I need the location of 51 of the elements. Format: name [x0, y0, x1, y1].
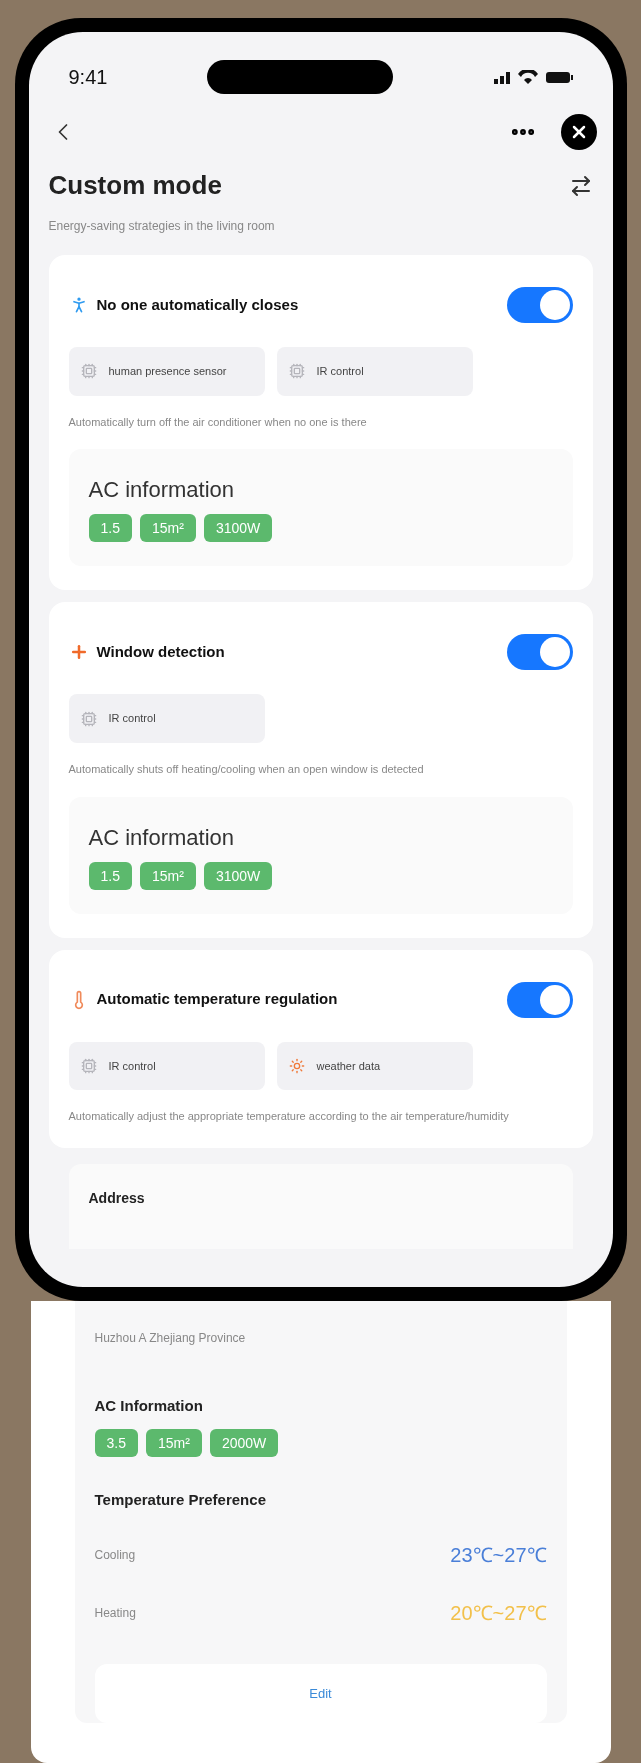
spec-tag: 1.5: [88, 514, 132, 543]
device-icon: [288, 363, 305, 380]
battery-icon: [545, 71, 573, 83]
strategy-description: Automatically turn off the air conditioner when no one is there: [68, 415, 368, 430]
spec-tag: 15m²: [145, 1429, 202, 1457]
address-value: Huzhou A Zhejiang Province: [94, 1329, 247, 1347]
edit-button[interactable]: Edit: [94, 1663, 547, 1723]
status-time: 9:41: [68, 65, 108, 90]
spec-tag: 3100W: [203, 514, 273, 543]
sun-icon: [288, 1057, 305, 1074]
ac-info-title: AC information: [88, 476, 235, 505]
spec-tag: 3100W: [203, 861, 273, 890]
address-label: Address: [88, 1188, 146, 1208]
spec-tag: 3.5: [94, 1429, 138, 1457]
spec-tag: 2000W: [209, 1429, 279, 1457]
device-chip[interactable]: IR control: [276, 347, 473, 396]
chip-label: IR control: [108, 1058, 156, 1074]
ac-info-title: AC Information: [94, 1395, 204, 1416]
wifi-icon: [517, 69, 538, 85]
preference-label: Cooling: [94, 1546, 136, 1564]
preference-label: Heating: [94, 1604, 136, 1622]
device-chip[interactable]: weather data: [276, 1041, 473, 1090]
temperature-range: 23℃~27℃: [450, 1542, 547, 1568]
device-icon: [80, 710, 97, 727]
spec-tag: 15m²: [139, 861, 196, 890]
device-icon: [80, 363, 97, 380]
chip-label: IR control: [108, 711, 156, 727]
chip-label: human presence sensor: [108, 364, 227, 379]
close-icon[interactable]: [560, 114, 597, 150]
temperature-range: 20℃~27℃: [450, 1600, 547, 1626]
chip-label: IR control: [316, 364, 364, 379]
chip-label: weather data: [316, 1058, 381, 1074]
strategy-description: Automatically adjust the appropriate temperature according to the air temperature/humidity: [68, 1110, 510, 1124]
spec-tag: 1.5: [88, 861, 132, 890]
page-subtitle: Energy-saving strategies in the living room: [47, 218, 276, 235]
device-icon: [80, 1057, 97, 1074]
device-chip[interactable]: human presence sensor: [68, 347, 265, 396]
toggle-switch[interactable]: [506, 287, 573, 323]
ac-info-title: AC information: [88, 823, 235, 852]
signal-icon: [493, 70, 510, 84]
spec-tag: 15m²: [139, 514, 196, 543]
strategy-title: No one automatically closes: [96, 294, 299, 315]
device-chip[interactable]: IR control: [68, 1041, 265, 1090]
strategy-description: Automatically shuts off heating/cooling when an open window is detected: [68, 762, 425, 777]
toggle-switch[interactable]: [506, 981, 573, 1018]
strategy-title: Window detection: [96, 642, 225, 662]
device-chip[interactable]: IR control: [68, 694, 265, 743]
preference-title: Temperature Preference: [94, 1490, 267, 1510]
page-title: Custom mode: [48, 169, 222, 202]
strategy-title: Automatic temperature regulation: [96, 989, 338, 1010]
toggle-switch[interactable]: [506, 634, 573, 671]
